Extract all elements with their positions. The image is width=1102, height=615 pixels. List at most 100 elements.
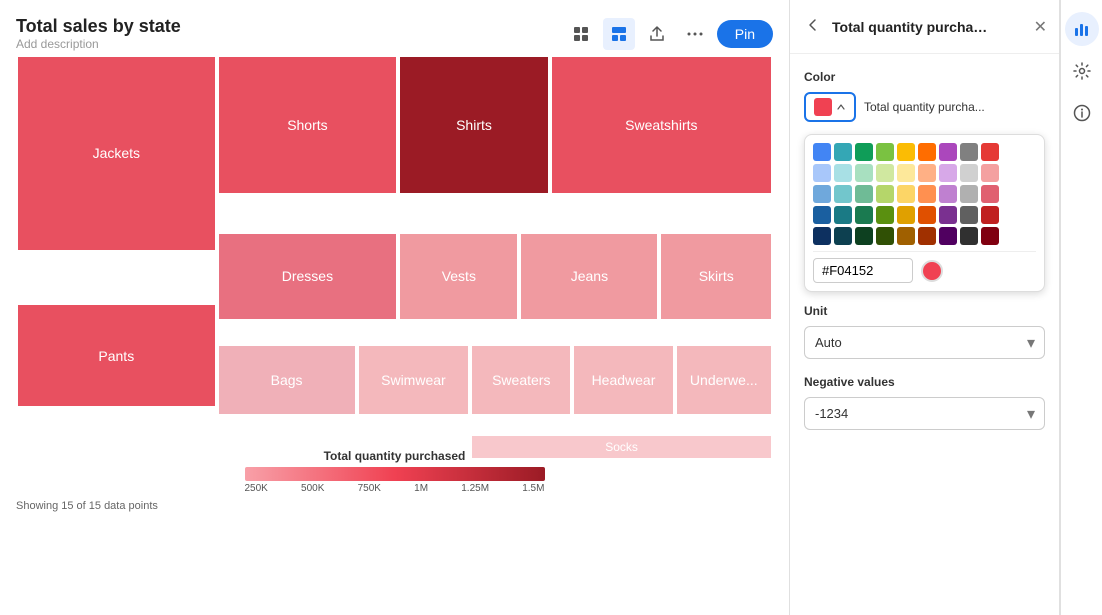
treemap-cell-vests[interactable]: Vests bbox=[398, 232, 519, 321]
palette-color-swatch[interactable] bbox=[939, 185, 957, 203]
share-button[interactable] bbox=[641, 18, 673, 50]
palette-color-swatch[interactable] bbox=[981, 185, 999, 203]
palette-color-swatch[interactable] bbox=[834, 164, 852, 182]
palette-color-swatch[interactable] bbox=[960, 227, 978, 245]
bar-chart-icon bbox=[1073, 20, 1091, 38]
palette-color-swatch[interactable] bbox=[876, 143, 894, 161]
palette-color-swatch[interactable] bbox=[981, 143, 999, 161]
treemap-cell-shorts[interactable]: Shorts bbox=[217, 55, 399, 195]
legend-label: 500K bbox=[301, 483, 324, 494]
treemap-cell-sweatshirts[interactable]: Sweatshirts bbox=[550, 55, 773, 195]
palette-color-swatch[interactable] bbox=[939, 227, 957, 245]
palette-color-swatch[interactable] bbox=[834, 143, 852, 161]
palette-color-swatch[interactable] bbox=[981, 227, 999, 245]
settings-icon-button[interactable] bbox=[1065, 54, 1099, 88]
palette-color-swatch[interactable] bbox=[960, 185, 978, 203]
palette-color-swatch[interactable] bbox=[855, 227, 873, 245]
color-swatch-button[interactable] bbox=[804, 92, 856, 122]
unit-dropdown[interactable]: Auto bbox=[804, 326, 1045, 359]
close-button[interactable]: ✕ bbox=[1034, 17, 1047, 37]
palette-color-swatch[interactable] bbox=[897, 206, 915, 224]
legend-label: 250K bbox=[245, 483, 268, 494]
palette-color-swatch[interactable] bbox=[918, 185, 936, 203]
palette-color-swatch[interactable] bbox=[876, 227, 894, 245]
palette-color-swatch[interactable] bbox=[876, 164, 894, 182]
palette-color-swatch[interactable] bbox=[897, 164, 915, 182]
palette-color-swatch[interactable] bbox=[813, 206, 831, 224]
palette-color-swatch[interactable] bbox=[813, 227, 831, 245]
treemap-cell-jackets[interactable]: Jackets bbox=[16, 55, 217, 252]
hex-color-input[interactable] bbox=[813, 258, 913, 283]
treemap-cell-pants[interactable]: Pants bbox=[16, 303, 217, 409]
treemap-cell-socks[interactable]: Socks bbox=[470, 434, 773, 459]
more-options-button[interactable] bbox=[679, 18, 711, 50]
grid-icon bbox=[573, 26, 589, 42]
palette-color-swatch[interactable] bbox=[855, 164, 873, 182]
palette-color-swatch[interactable] bbox=[939, 206, 957, 224]
palette-color-swatch[interactable] bbox=[813, 185, 831, 203]
back-icon bbox=[804, 16, 822, 34]
layout-view-button[interactable] bbox=[603, 18, 635, 50]
current-color-circle bbox=[921, 260, 943, 282]
palette-color-swatch[interactable] bbox=[918, 164, 936, 182]
treemap-cell-swimwear[interactable]: Swimwear bbox=[357, 344, 471, 416]
palette-color-swatch[interactable] bbox=[855, 143, 873, 161]
legend-label: 1M bbox=[414, 483, 428, 494]
right-panel-title: Total quantity purcha… bbox=[832, 19, 1026, 35]
right-panel: Total quantity purcha… ✕ Color Total qua… bbox=[790, 0, 1060, 615]
treemap-cell-bags[interactable]: Bags bbox=[217, 344, 357, 416]
right-panel-content: Color Total quantity purcha... Unit Auto bbox=[790, 54, 1059, 615]
color-swatch bbox=[814, 98, 832, 116]
palette-color-swatch[interactable] bbox=[813, 164, 831, 182]
palette-color-swatch[interactable] bbox=[876, 185, 894, 203]
palette-color-swatch[interactable] bbox=[834, 227, 852, 245]
back-button[interactable] bbox=[802, 14, 824, 39]
negative-values-dropdown[interactable]: -1234 bbox=[804, 397, 1045, 430]
share-icon bbox=[649, 26, 665, 42]
palette-color-swatch[interactable] bbox=[897, 143, 915, 161]
palette-color-swatch[interactable] bbox=[918, 227, 936, 245]
palette-color-swatch[interactable] bbox=[813, 143, 831, 161]
treemap-cell-sweaters[interactable]: Sweaters bbox=[470, 344, 572, 416]
palette-color-swatch[interactable] bbox=[834, 206, 852, 224]
data-points-text: Showing 15 of 15 data points bbox=[16, 500, 773, 512]
treemap-cell-shirts[interactable]: Shirts bbox=[398, 55, 549, 195]
treemap-cell-dresses[interactable]: Dresses bbox=[217, 232, 399, 321]
palette-color-swatch[interactable] bbox=[981, 206, 999, 224]
palette-color-swatch[interactable] bbox=[960, 206, 978, 224]
info-icon-button[interactable] bbox=[1065, 96, 1099, 130]
treemap-cell-headwear[interactable]: Headwear bbox=[572, 344, 674, 416]
negative-values-label: Negative values bbox=[804, 375, 1045, 389]
chart-icon-button[interactable] bbox=[1065, 12, 1099, 46]
palette-color-swatch[interactable] bbox=[918, 143, 936, 161]
pin-button[interactable]: Pin bbox=[717, 20, 773, 48]
palette-color-swatch[interactable] bbox=[897, 227, 915, 245]
info-icon bbox=[1073, 104, 1091, 122]
palette-color-swatch[interactable] bbox=[834, 185, 852, 203]
palette-row bbox=[813, 164, 1036, 182]
header: Total sales by state Add description bbox=[16, 16, 773, 51]
palette-color-swatch[interactable] bbox=[855, 185, 873, 203]
gear-icon bbox=[1073, 62, 1091, 80]
grid-view-button[interactable] bbox=[565, 18, 597, 50]
palette-row bbox=[813, 143, 1036, 161]
chart-title: Total sales by state bbox=[16, 16, 181, 37]
chart-description[interactable]: Add description bbox=[16, 37, 181, 51]
palette-color-swatch[interactable] bbox=[897, 185, 915, 203]
palette-color-swatch[interactable] bbox=[939, 143, 957, 161]
palette-color-swatch[interactable] bbox=[960, 164, 978, 182]
palette-color-swatch[interactable] bbox=[939, 164, 957, 182]
chevron-up-icon bbox=[836, 102, 846, 112]
palette-row bbox=[813, 227, 1036, 245]
legend-gradient-bar bbox=[245, 467, 545, 481]
palette-color-swatch[interactable] bbox=[876, 206, 894, 224]
palette-color-swatch[interactable] bbox=[855, 206, 873, 224]
palette-color-swatch[interactable] bbox=[918, 206, 936, 224]
palette-color-swatch[interactable] bbox=[981, 164, 999, 182]
right-panel-header: Total quantity purcha… ✕ bbox=[790, 0, 1059, 54]
treemap-cell-skirts[interactable]: Skirts bbox=[659, 232, 773, 321]
negative-values-section: Negative values -1234 bbox=[804, 375, 1045, 430]
treemap-cell-underwe---[interactable]: Underwe... bbox=[675, 344, 773, 416]
palette-color-swatch[interactable] bbox=[960, 143, 978, 161]
treemap-cell-jeans[interactable]: Jeans bbox=[519, 232, 659, 321]
